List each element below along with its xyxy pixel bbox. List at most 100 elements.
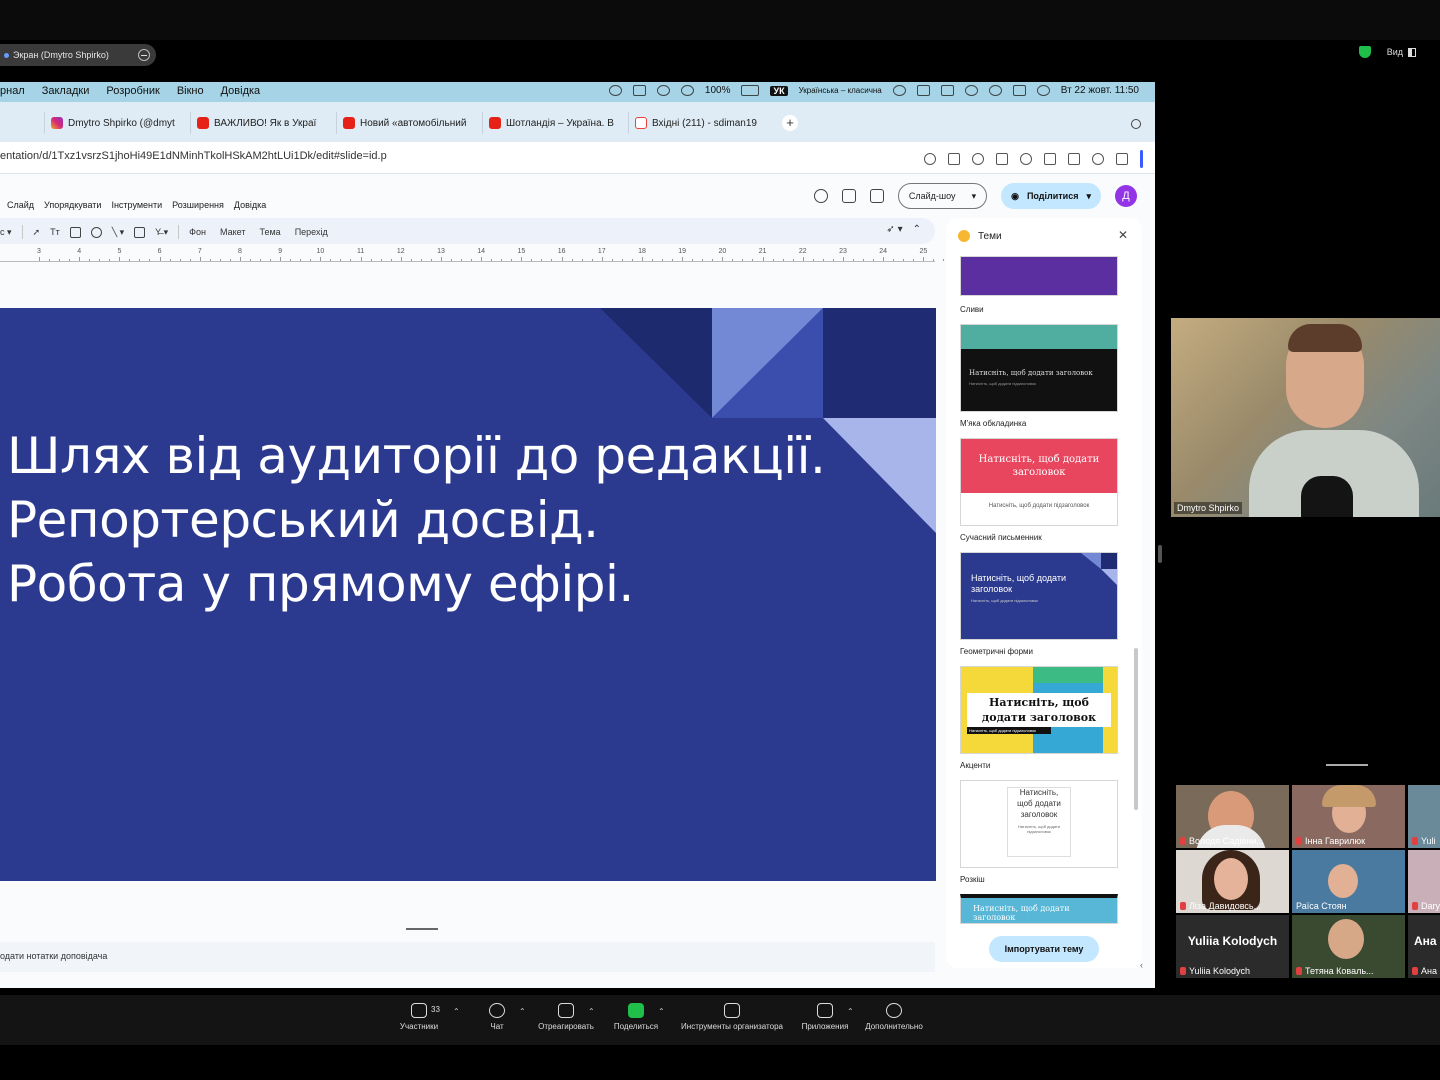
view-button[interactable]: Вид: [1387, 47, 1416, 57]
line-icon[interactable]: ╲ ▾: [112, 227, 124, 238]
theme-thumb-soft-cover[interactable]: Натисніть, щоб додати заголовок Натисніт…: [960, 324, 1118, 412]
screen-share-pill[interactable]: Экран (Dmytro Shpirko): [0, 44, 156, 66]
notes-resize-handle[interactable]: [406, 928, 438, 930]
participant-tile[interactable]: Yuliia Kolodych Yuliia Kolodych: [1176, 915, 1289, 978]
participant-tile[interactable]: Раїса Стоян: [1292, 850, 1405, 913]
mac-menu-item[interactable]: Вікно: [177, 85, 204, 97]
shield-button[interactable]: Инструменты организатора: [681, 1003, 783, 1031]
participant-tile[interactable]: Dary: [1408, 850, 1440, 913]
themes-scrollbar[interactable]: [1134, 648, 1138, 810]
toolbar-button[interactable]: Фон: [189, 227, 206, 237]
bluetooth-icon[interactable]: [916, 85, 930, 96]
pointer-mode-icon[interactable]: ➶ ▾: [886, 224, 902, 235]
participant-tile[interactable]: Тетяна Коваль...: [1292, 915, 1405, 978]
play-icon[interactable]: [680, 85, 694, 96]
mac-menu-item[interactable]: Розробник: [106, 85, 159, 97]
active-speaker-video[interactable]: Dmytro Shpirko: [1171, 318, 1440, 517]
browser-tab[interactable]: Dmytro Shpirko (@dmyt: [44, 112, 190, 134]
more-button[interactable]: Дополнительно: [854, 1003, 934, 1031]
chevron-down-icon[interactable]: ▾: [972, 191, 977, 202]
comment-icon[interactable]: [134, 226, 146, 238]
browser-tab[interactable]: Новий «автомобільний: [336, 112, 482, 134]
open-in-app-icon[interactable]: [948, 153, 960, 165]
browser-tab[interactable]: Вхідні (211) - sdiman19: [628, 112, 774, 134]
image-icon[interactable]: [69, 226, 81, 238]
slide-canvas[interactable]: Шлях від аудиторії до редакції. Репортерс…: [0, 308, 936, 881]
participant-tile[interactable]: Yuli: [1408, 785, 1440, 848]
toolbar-button[interactable]: Макет: [220, 227, 245, 237]
url-field[interactable]: entation/d/1Txz1vsrzS1jhoHi49E1dNMinhTko…: [0, 150, 387, 162]
import-theme-button[interactable]: Імпортувати тему: [989, 936, 1099, 962]
mac-menu-item[interactable]: рнал: [0, 85, 25, 97]
docs-menu-item[interactable]: Довідка: [234, 200, 266, 210]
theme-thumb-geometric[interactable]: Натисніть, щоб додати заголовок Натисніт…: [960, 552, 1118, 640]
meet-icon[interactable]: [869, 189, 884, 203]
browser-tab[interactable]: Шотландія – Україна. В: [482, 112, 628, 134]
chevron-up-icon[interactable]: ⌃: [588, 1007, 595, 1016]
gallery-handle[interactable]: [1326, 764, 1368, 766]
theme-thumb-modern-writer[interactable]: Натисніть, щоб додати заголовок Натисніт…: [960, 438, 1118, 526]
volume-icon[interactable]: [892, 85, 906, 96]
siri-icon[interactable]: [1036, 85, 1050, 96]
extensions-icon[interactable]: [1116, 153, 1128, 165]
docs-menu-item[interactable]: Упорядкувати: [44, 200, 101, 210]
screenshot-icon[interactable]: [972, 153, 984, 165]
chevron-down-icon[interactable]: ▾: [1086, 191, 1091, 202]
text-box-icon[interactable]: Tт: [50, 227, 60, 237]
speaker-notes-placeholder: одати нотатки доповідача: [0, 951, 108, 961]
input-source-badge[interactable]: УК: [770, 85, 788, 96]
version-history-icon[interactable]: [813, 189, 828, 203]
chevron-up-icon[interactable]: ⌃: [658, 1007, 665, 1016]
time-machine-icon[interactable]: [656, 85, 670, 96]
participant-tile[interactable]: Володя Садівни...: [1176, 785, 1289, 848]
mac-menu-item[interactable]: Довідка: [221, 85, 261, 97]
minimize-icon[interactable]: [138, 49, 150, 61]
tab-search-icon[interactable]: [1131, 119, 1141, 129]
shape-icon[interactable]: [90, 226, 102, 238]
browser-tab[interactable]: ВАЖЛИВО! Як в Украї: [190, 112, 336, 134]
slide-title[interactable]: Шлях від аудиторії до редакції. Репортерс…: [7, 424, 826, 616]
chevron-up-icon[interactable]: ⌃: [847, 1007, 854, 1016]
toolbar-button[interactable]: Перехід: [295, 227, 328, 237]
docs-menu-item[interactable]: Розширення: [172, 200, 224, 210]
encryption-shield-icon[interactable]: [1358, 46, 1371, 58]
account-avatar[interactable]: Д: [1115, 185, 1137, 207]
select-icon[interactable]: ➚: [33, 227, 41, 238]
accessibility-icon[interactable]: [608, 85, 622, 96]
docs-menu-item[interactable]: Інструменти: [111, 200, 162, 210]
comments-icon[interactable]: [841, 189, 856, 203]
spotlight-search-icon[interactable]: [988, 85, 1002, 96]
zoom-icon[interactable]: [924, 153, 936, 165]
docs-menu-item[interactable]: Слайд: [7, 200, 34, 210]
participants-button[interactable]: Участники: [379, 1003, 459, 1031]
participant-tile[interactable]: Ана Ана: [1408, 915, 1440, 978]
theme-thumb-plum[interactable]: [960, 256, 1118, 296]
theme-thumb-accent[interactable]: Натисніть, щоб додати заголовок Натисніт…: [960, 666, 1118, 754]
theme-thumb-next[interactable]: Натисніть, щоб додати заголовок: [960, 894, 1118, 924]
text-format-icon[interactable]: Y̶ ▾: [155, 227, 168, 238]
close-icon[interactable]: ✕: [1118, 228, 1128, 242]
zoom-dropdown[interactable]: с ▾: [0, 227, 12, 238]
speaker-notes[interactable]: одати нотатки доповідача: [0, 942, 935, 972]
participant-tile[interactable]: Інна Гаврилюк: [1292, 785, 1405, 848]
theme-thumb-luxe[interactable]: Натисніть, щоб додати заголовок Натисніт…: [960, 780, 1118, 868]
user-icon[interactable]: [964, 85, 978, 96]
toolbar-button[interactable]: Тема: [259, 227, 280, 237]
profile-icon[interactable]: [1092, 153, 1104, 165]
collapse-toolbar-icon[interactable]: ⌃: [913, 224, 921, 235]
mac-menu-item[interactable]: Закладки: [42, 85, 90, 97]
collapse-panel-icon[interactable]: ‹: [1140, 960, 1143, 970]
new-tab-button[interactable]: +: [782, 115, 798, 131]
slideshow-button[interactable]: Слайд-шоу ▾: [897, 183, 988, 209]
participant-tile[interactable]: Ліза Давидовсь...: [1176, 850, 1289, 913]
chevron-up-icon[interactable]: ⌃: [519, 1007, 526, 1016]
control-center-icon[interactable]: [1012, 85, 1026, 96]
wifi-off-icon[interactable]: [940, 85, 954, 96]
share-button[interactable]: ◉ Поділитися ▾: [1001, 183, 1101, 209]
reading-list-icon[interactable]: [1068, 153, 1080, 165]
favorite-icon[interactable]: [1020, 153, 1032, 165]
panel-resize-handle[interactable]: [1158, 545, 1162, 563]
screen-mirror-icon[interactable]: [632, 85, 646, 96]
download-icon[interactable]: [1044, 153, 1056, 165]
send-icon[interactable]: [996, 153, 1008, 165]
